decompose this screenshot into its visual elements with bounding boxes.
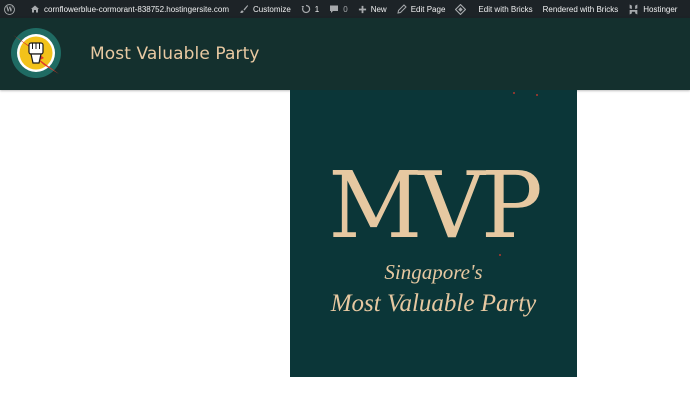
- rendered-with-bricks-label: Rendered with Bricks: [542, 4, 619, 14]
- customize-button[interactable]: Customize: [234, 0, 296, 18]
- home-icon: [30, 4, 40, 14]
- hostinger-label: Hostinger: [643, 4, 678, 14]
- hero-tagline-line2: Most Valuable Party: [330, 290, 537, 317]
- comments-button[interactable]: 0: [324, 0, 352, 18]
- svg-text:W: W: [5, 6, 13, 13]
- decorative-dot: [513, 92, 515, 94]
- edit-page-button[interactable]: Edit Page: [392, 0, 451, 18]
- decorative-dot: [536, 94, 538, 96]
- site-url-label: cornflowerblue-cormorant-838752.hostinge…: [44, 4, 229, 14]
- customize-label: Customize: [252, 4, 291, 14]
- wordpress-icon: W: [4, 3, 15, 15]
- new-label: New: [370, 4, 387, 14]
- hero-logo-text: MVP: [328, 152, 543, 259]
- edit-page-label: Edit Page: [410, 4, 446, 14]
- hero-tagline-line1: Singapore's: [384, 260, 483, 284]
- hostinger-menu[interactable]: Hostinger: [623, 0, 682, 18]
- edit-with-bricks-label: Edit with Bricks: [478, 4, 533, 14]
- bricks-icon: [455, 3, 467, 15]
- updates-button[interactable]: 1: [296, 0, 324, 18]
- hostinger-icon: [628, 4, 639, 15]
- new-content-button[interactable]: New: [353, 0, 392, 18]
- updates-icon: [301, 4, 311, 14]
- pencil-icon: [397, 4, 407, 14]
- edit-with-bricks-button[interactable]: Edit with Bricks: [450, 0, 537, 18]
- wp-logo-menu[interactable]: W: [0, 0, 25, 18]
- site-title[interactable]: Most Valuable Party: [90, 44, 260, 64]
- site-header: Most Valuable Party: [0, 18, 690, 90]
- hero-image: MVP Singapore's Most Valuable Party: [290, 90, 577, 377]
- paintbrush-icon: [239, 4, 249, 14]
- rendered-with-bricks-item[interactable]: Rendered with Bricks: [538, 0, 624, 18]
- comments-count: 0: [343, 4, 348, 14]
- wp-admin-bar: W cornflowerblue-cormorant-838752.hostin…: [0, 0, 690, 18]
- updates-count: 1: [314, 4, 320, 14]
- site-name-menu[interactable]: cornflowerblue-cormorant-838752.hostinge…: [25, 0, 234, 18]
- comment-icon: [329, 4, 339, 14]
- site-logo[interactable]: [10, 27, 62, 79]
- plus-icon: [358, 5, 367, 14]
